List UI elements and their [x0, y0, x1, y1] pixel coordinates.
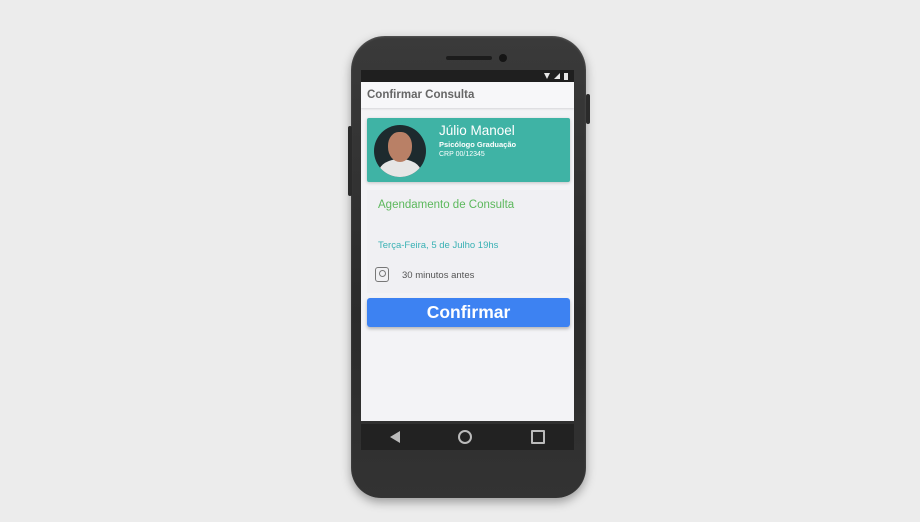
avatar	[374, 125, 426, 177]
alarm-icon[interactable]	[375, 267, 389, 282]
wifi-icon	[544, 73, 550, 79]
phone-screen: Confirmar Consulta Júlio Manoel Psicólog…	[361, 70, 574, 421]
recent-apps-icon[interactable]	[530, 430, 545, 444]
signal-icon	[554, 73, 560, 79]
app-bar: Confirmar Consulta	[361, 82, 574, 108]
back-icon[interactable]	[390, 431, 401, 443]
status-bar	[361, 70, 574, 82]
navigation-bar	[361, 424, 574, 450]
home-icon[interactable]	[458, 430, 473, 444]
page-title: Confirmar Consulta	[367, 89, 475, 101]
power-button	[586, 94, 590, 124]
doctor-registration: CRP 00/12345	[439, 151, 485, 158]
appointment-title: Agendamento de Consulta	[378, 199, 515, 211]
confirm-button[interactable]: Confirmar	[367, 298, 570, 327]
battery-icon	[564, 72, 568, 80]
earpiece-speaker	[446, 56, 492, 60]
front-camera	[499, 54, 507, 62]
reminder-label[interactable]: 30 minutos antes	[402, 270, 474, 281]
phone-frame: Confirmar Consulta Júlio Manoel Psicólog…	[348, 36, 590, 498]
avatar-face	[388, 132, 412, 162]
doctor-specialty: Psicólogo Graduação	[439, 140, 517, 149]
doctor-name: Júlio Manoel	[439, 123, 515, 138]
appointment-details: Agendamento de Consulta Terça-Feira, 5 d…	[367, 190, 570, 293]
doctor-profile-card[interactable]: Júlio Manoel Psicólogo Graduação CRP 00/…	[367, 118, 570, 182]
appointment-datetime[interactable]: Terça-Feira, 5 de Julho 19hs	[378, 240, 498, 251]
volume-button	[348, 126, 352, 196]
